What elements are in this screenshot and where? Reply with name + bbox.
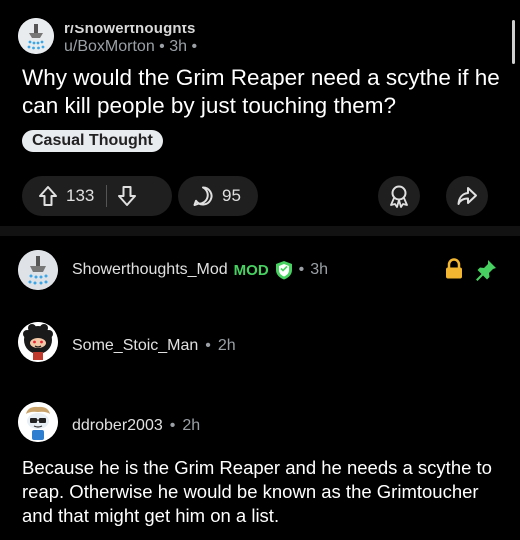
- comment-age: 2h: [217, 337, 236, 354]
- shower-head-icon: [18, 250, 58, 290]
- downvote-button[interactable]: [117, 185, 137, 207]
- pin-icon: [476, 260, 496, 281]
- scrollbar[interactable]: [512, 20, 515, 64]
- comment-header: Some_Stoic_Man • 2h: [72, 337, 236, 355]
- meta-separator: •: [169, 417, 176, 434]
- user-avatar[interactable]: [18, 322, 58, 362]
- snoo-avatar-icon: [18, 402, 58, 442]
- shower-head-icon: [18, 18, 54, 54]
- comment-count: 95: [222, 186, 241, 205]
- vote-divider: [106, 185, 108, 207]
- meta-separator: •: [298, 261, 305, 278]
- comment-header: ddrober2003 • 2h: [72, 417, 200, 435]
- shield-icon: [275, 261, 292, 280]
- post-author[interactable]: u/BoxMorton: [64, 38, 155, 55]
- lock-indicator: [444, 258, 464, 285]
- comment-icon: [193, 186, 213, 206]
- comment-age: 3h: [310, 261, 329, 278]
- comment-username[interactable]: Some_Stoic_Man: [72, 337, 198, 355]
- post-age: 3h: [169, 38, 188, 55]
- upvote-count: 133: [66, 186, 95, 205]
- share-icon: [457, 187, 477, 205]
- vote-bar: 133: [22, 176, 172, 216]
- snoo-avatar-icon: [18, 322, 58, 362]
- upvote-button[interactable]: [38, 185, 58, 207]
- upvote-icon: [39, 186, 57, 206]
- section-divider: [0, 226, 520, 236]
- post-meta: u/BoxMorton • 3h •: [64, 38, 197, 56]
- comment-username[interactable]: ddrober2003: [72, 417, 163, 435]
- downvote-icon: [118, 186, 137, 206]
- subreddit-avatar[interactable]: [18, 18, 54, 54]
- award-button[interactable]: [378, 176, 420, 216]
- comment-header: Showerthoughts_Mod MOD • 3h: [72, 260, 328, 280]
- share-button[interactable]: [446, 176, 488, 216]
- post-flair[interactable]: Casual Thought: [22, 130, 163, 152]
- comment-body: Because he is the Grim Reaper and he nee…: [22, 457, 492, 526]
- meta-separator: •: [159, 38, 165, 55]
- comment-age: 2h: [182, 417, 201, 434]
- pin-indicator: [474, 258, 498, 287]
- comments-button[interactable]: 95: [178, 176, 258, 216]
- meta-separator: •: [205, 337, 211, 354]
- mod-avatar[interactable]: [18, 250, 58, 290]
- post-title[interactable]: Why would the Grim Reaper need a scythe …: [22, 64, 512, 120]
- comment-username[interactable]: Showerthoughts_Mod: [72, 261, 228, 279]
- mod-badge: MOD: [233, 261, 269, 279]
- subreddit-name[interactable]: r/Showerthoughts: [64, 25, 196, 37]
- lock-icon: [446, 258, 462, 279]
- award-icon: [390, 185, 408, 208]
- user-avatar[interactable]: [18, 402, 58, 442]
- meta-separator: •: [191, 38, 198, 55]
